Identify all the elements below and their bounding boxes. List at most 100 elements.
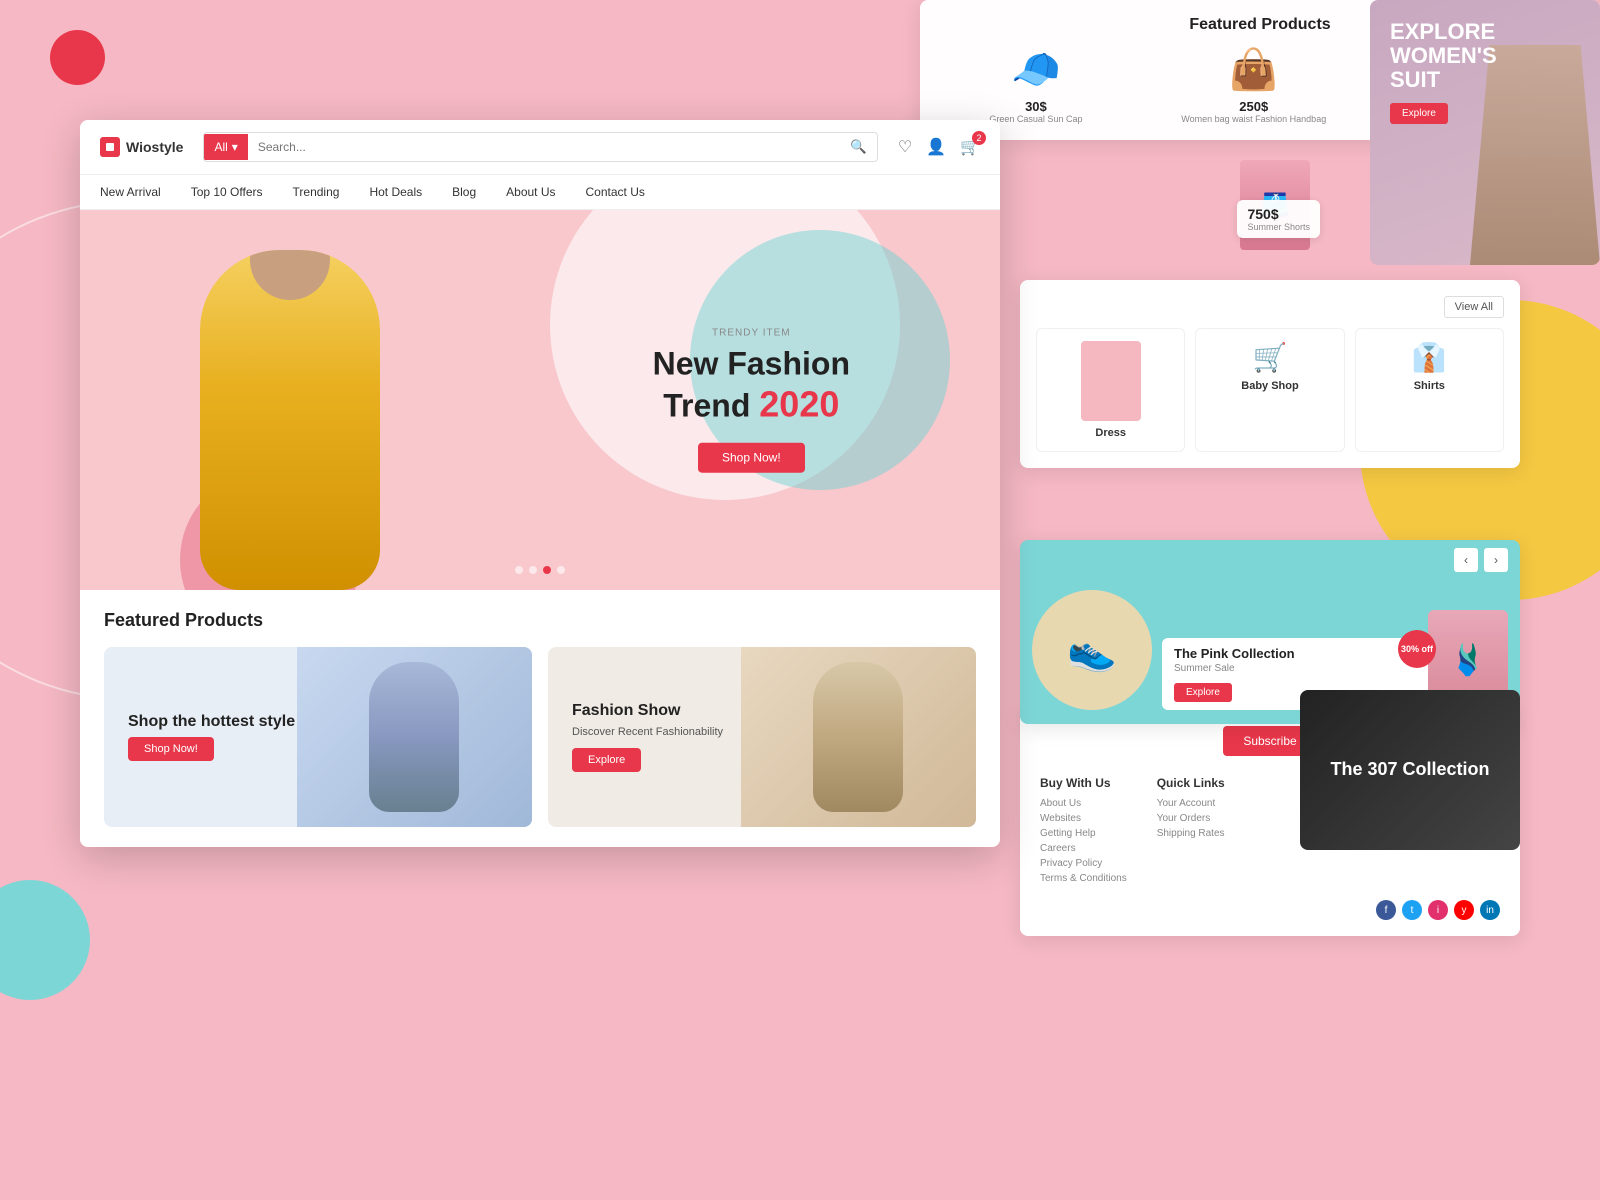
dress-image-placeholder: [1081, 341, 1141, 421]
featured-cards-row: Shop the hottest style Shop Now! Fashion…: [104, 647, 976, 827]
footer-link[interactable]: Getting Help: [1040, 828, 1127, 839]
chevron-down-icon: ▾: [232, 140, 238, 154]
logo-text: Wiostyle: [126, 139, 183, 155]
explore-label: EXPLORE WOMEN'S SUIT: [1390, 20, 1497, 93]
twitter-icon[interactable]: t: [1402, 900, 1422, 920]
baby-shop-icon: 🛒: [1204, 341, 1335, 374]
hero-shop-now-button[interactable]: Shop Now!: [698, 442, 805, 472]
footer-link[interactable]: Terms & Conditions: [1040, 873, 1127, 884]
card-1-image: [297, 647, 532, 827]
summer-shorts-price-tag: 750$ Summer Shorts: [1237, 200, 1320, 238]
card-1-title: Shop the hottest style: [128, 713, 295, 731]
sale-panel-header: ‹ ›: [1020, 540, 1520, 580]
search-button[interactable]: 🔍: [840, 133, 877, 161]
hero-content: TRENDY ITEM New Fashion Trend 2020 Shop …: [653, 328, 850, 473]
price-amount: 750$: [1247, 206, 1310, 222]
sale-collection-title: The Pink Collection: [1174, 646, 1416, 661]
logo-icon: [100, 137, 120, 157]
nav-item-blog[interactable]: Blog: [452, 185, 476, 199]
nav-item-new-arrival[interactable]: New Arrival: [100, 185, 161, 199]
featured-product-item: 👜 250$ Women bag waist Fashion Handbag: [1181, 46, 1326, 124]
cart-badge: 2: [972, 131, 986, 145]
category-label-baby: Baby Shop: [1204, 380, 1335, 392]
category-label-shirts: Shirts: [1364, 380, 1495, 392]
footer-link[interactable]: Privacy Policy: [1040, 858, 1127, 869]
nav-item-contact[interactable]: Contact Us: [586, 185, 645, 199]
navbar: Wiostyle All ▾ 🔍 ♡ 👤 🛒 2: [80, 120, 1000, 175]
footer-link[interactable]: Your Orders: [1157, 813, 1225, 824]
social-icons: f t i y in: [1040, 900, 1500, 920]
browser-window: Wiostyle All ▾ 🔍 ♡ 👤 🛒 2 New Arrival Top…: [80, 120, 1000, 847]
collection-title: The 307 Collection: [1314, 742, 1505, 797]
sale-discount-badge: 30% off: [1398, 630, 1436, 668]
hero-title: New Fashion Trend 2020: [653, 345, 850, 427]
wishlist-icon[interactable]: ♡: [898, 137, 912, 157]
card-1-shop-button[interactable]: Shop Now!: [128, 737, 214, 761]
shirts-icon: 👔: [1364, 341, 1495, 374]
hero-year: 2020: [759, 384, 839, 425]
nav-item-hot-deals[interactable]: Hot Deals: [369, 185, 422, 199]
explore-text-block: EXPLORE WOMEN'S SUIT Explore: [1390, 20, 1497, 124]
fp-desc-1: Green Casual Sun Cap: [989, 114, 1082, 124]
sale-subtitle: Summer Sale: [1174, 663, 1416, 674]
footer-col-quick-title: Quick Links: [1157, 776, 1225, 790]
cap-icon: 🧢: [989, 46, 1082, 93]
fp-price-2: 250$: [1181, 99, 1326, 114]
carousel-dot-1[interactable]: [515, 566, 523, 574]
nav-menu: New Arrival Top 10 Offers Trending Hot D…: [80, 175, 1000, 210]
bg-circle-red: [50, 30, 105, 85]
featured-card-hottest: Shop the hottest style Shop Now!: [104, 647, 532, 827]
category-item-shirts[interactable]: 👔 Shirts: [1355, 328, 1504, 452]
card-2-explore-button[interactable]: Explore: [572, 748, 641, 772]
category-panel: View All Dress 🛒 Baby Shop 👔 Shirts: [1020, 280, 1520, 468]
card-2-image: [741, 647, 976, 827]
footer-link[interactable]: Websites: [1040, 813, 1127, 824]
footer-col-buy: Buy With Us About Us Websites Getting He…: [1040, 776, 1127, 888]
cart-icon[interactable]: 🛒 2: [960, 137, 980, 157]
bg-circle-teal: [0, 880, 90, 1000]
card-2-content: Fashion Show Discover Recent Fashionabil…: [572, 702, 723, 772]
hero-label: TRENDY ITEM: [653, 328, 850, 339]
nav-item-about[interactable]: About Us: [506, 185, 555, 199]
sale-prev-button[interactable]: ‹: [1454, 548, 1478, 572]
linkedin-icon[interactable]: in: [1480, 900, 1500, 920]
hero-carousel-dots: [515, 566, 565, 574]
footer-link[interactable]: Careers: [1040, 843, 1127, 854]
view-all-button[interactable]: View All: [1444, 296, 1504, 318]
featured-products-main-section: Featured Products Shop the hottest style…: [80, 590, 1000, 847]
hero-model-figure: [160, 220, 420, 590]
collection-panel: The 307 Collection: [1300, 690, 1520, 850]
carousel-dot-3[interactable]: [543, 566, 551, 574]
category-grid: Dress 🛒 Baby Shop 👔 Shirts: [1036, 328, 1504, 452]
featured-product-item: 🧢 30$ Green Casual Sun Cap: [989, 46, 1082, 124]
footer-link[interactable]: About Us: [1040, 798, 1127, 809]
category-label: All: [214, 140, 227, 154]
search-input[interactable]: [248, 134, 840, 160]
fp-desc-2: Women bag waist Fashion Handbag: [1181, 114, 1326, 124]
nav-icons: ♡ 👤 🛒 2: [898, 137, 980, 157]
category-item-baby[interactable]: 🛒 Baby Shop: [1195, 328, 1344, 452]
category-item-dress[interactable]: Dress: [1036, 328, 1185, 452]
user-icon[interactable]: 👤: [926, 137, 946, 157]
sale-next-button[interactable]: ›: [1484, 548, 1508, 572]
youtube-icon[interactable]: y: [1454, 900, 1474, 920]
explore-button[interactable]: Explore: [1390, 103, 1448, 124]
footer-link[interactable]: Shipping Rates: [1157, 828, 1225, 839]
sale-product-image: 👟: [1032, 590, 1152, 710]
card-1-content: Shop the hottest style Shop Now!: [128, 713, 295, 761]
explore-women-suit-panel: EXPLORE WOMEN'S SUIT Explore: [1370, 0, 1600, 265]
carousel-dot-2[interactable]: [529, 566, 537, 574]
instagram-icon[interactable]: i: [1428, 900, 1448, 920]
facebook-icon[interactable]: f: [1376, 900, 1396, 920]
sale-explore-button[interactable]: Explore: [1174, 683, 1232, 702]
footer-link[interactable]: Your Account: [1157, 798, 1225, 809]
nav-item-trending[interactable]: Trending: [293, 185, 340, 199]
carousel-dot-4[interactable]: [557, 566, 565, 574]
search-category-selector[interactable]: All ▾: [204, 134, 247, 160]
search-container: All ▾ 🔍: [203, 132, 877, 162]
hero-section: TRENDY ITEM New Fashion Trend 2020 Shop …: [80, 210, 1000, 590]
category-label-dress: Dress: [1045, 427, 1176, 439]
price-label: Summer Shorts: [1247, 222, 1310, 232]
card-2-title: Fashion Show: [572, 702, 723, 720]
nav-item-top-10[interactable]: Top 10 Offers: [191, 185, 263, 199]
